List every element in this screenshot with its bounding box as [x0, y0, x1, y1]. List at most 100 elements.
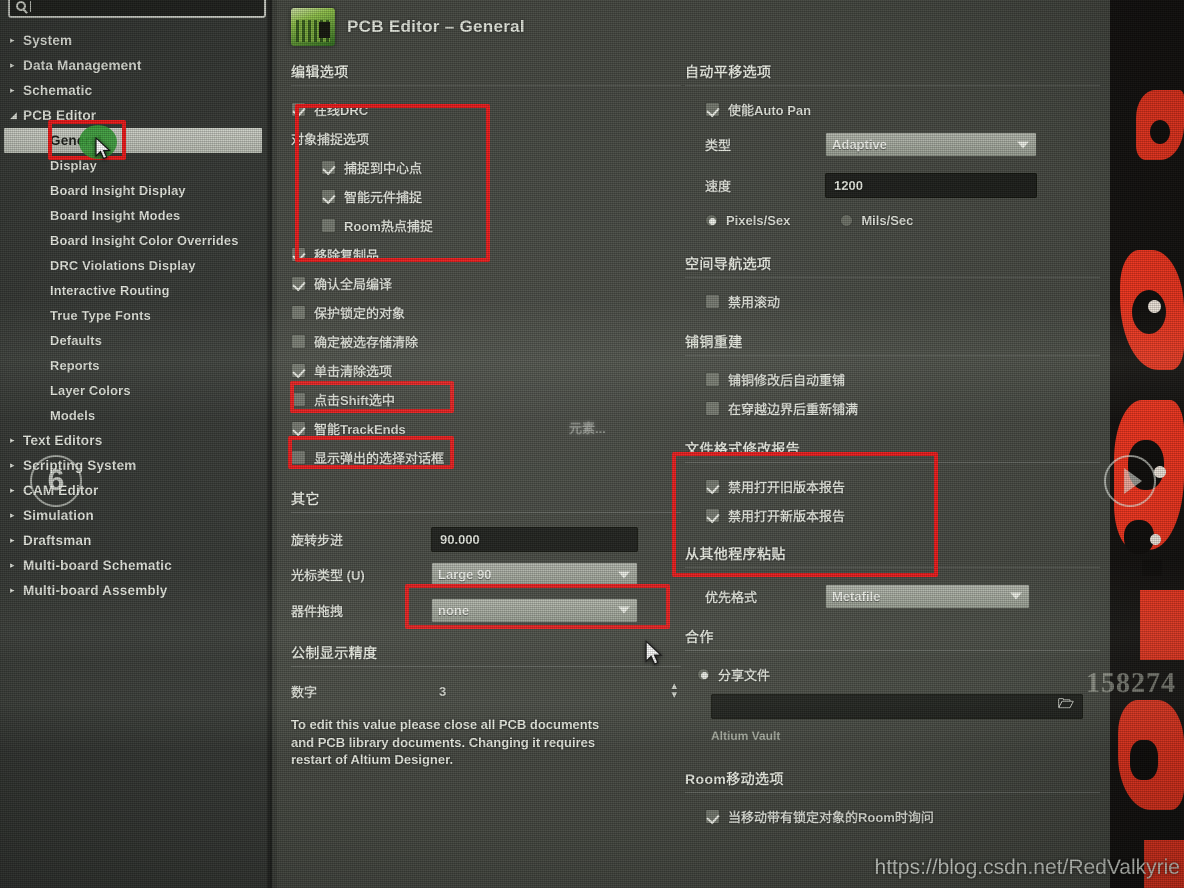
checkbox-icon[interactable]	[291, 363, 306, 378]
checkbox-smart-track-ends[interactable]: 智能TrackEnds	[291, 414, 681, 443]
right-settings-column: 自动平移选项 使能Auto Pan 类型 Adaptive 速度 1200 Pi…	[685, 62, 1100, 831]
sidebar-item-board-insight-display[interactable]: Board Insight Display	[0, 178, 266, 203]
checkbox-display-popup-select-dialog[interactable]: 显示弹出的选择对话框	[291, 443, 681, 472]
folder-browse-icon[interactable]: 🗁	[1058, 695, 1074, 717]
checkbox-enable-auto-pan[interactable]: 使能Auto Pan	[685, 95, 1100, 124]
checkbox-ask-when-moving-locked-room[interactable]: 当移动带有锁定对象的Room时询问	[685, 802, 1100, 831]
checkbox-icon[interactable]	[705, 508, 720, 523]
checkbox-click-clears-selection[interactable]: 单击清除选项	[291, 356, 681, 385]
checkbox-remove-duplicates[interactable]: 移除复制品	[291, 240, 681, 269]
sidebar-item-multi-board-assembly[interactable]: ▸ Multi-board Assembly	[0, 578, 266, 603]
checkbox-icon[interactable]	[291, 392, 306, 407]
group-title-room-move-options: Room移动选项	[685, 771, 784, 787]
rotation-step-input[interactable]: 90.000	[431, 526, 638, 552]
checkbox-icon[interactable]	[291, 247, 306, 262]
sidebar-item-general[interactable]: General	[4, 128, 262, 153]
checkbox-icon[interactable]	[321, 218, 336, 233]
checkbox-icon[interactable]	[705, 102, 720, 117]
checkbox-icon[interactable]	[705, 401, 720, 416]
sidebar-item-label: Data Management	[23, 58, 142, 73]
checkbox-confirm-global-edit[interactable]: 确认全局编译	[291, 269, 681, 298]
sidebar-item-system[interactable]: ▸ System	[0, 28, 266, 53]
cursor-type-dropdown[interactable]: Large 90	[431, 562, 638, 587]
sidebar-item-draftsman[interactable]: ▸ Draftsman	[0, 528, 266, 553]
checkbox-icon[interactable]	[291, 305, 306, 320]
radio-share-files[interactable]: 分享文件	[685, 660, 1100, 689]
digits-stepper[interactable]: 3 ▴ ▾	[431, 681, 681, 701]
step-badge-6: 6	[30, 455, 82, 507]
checkbox-label: 保护锁定的对象	[314, 306, 406, 321]
auto-pan-type-dropdown[interactable]: Adaptive	[825, 132, 1037, 157]
checkbox-icon[interactable]	[705, 372, 720, 387]
preferred-format-dropdown[interactable]: Metafile	[825, 583, 1030, 609]
next-arrow-button[interactable]	[1104, 455, 1156, 507]
checkbox-disable-open-old-version-report[interactable]: 禁用打开旧版本报告	[685, 472, 1100, 501]
radio-icon[interactable]	[705, 214, 718, 227]
sidebar-item-models[interactable]: Models	[0, 403, 266, 428]
group-title-collaboration: 合作	[685, 629, 714, 645]
checkbox-icon[interactable]	[705, 809, 720, 824]
sidebar-item-drc-violations-display[interactable]: DRC Violations Display	[0, 253, 266, 278]
watermark-url: https://blog.csdn.net/RedValkyrie	[874, 856, 1180, 879]
checkbox-snap-to-center[interactable]: 捕捉到中心点	[291, 153, 681, 182]
sidebar-item-true-type-fonts[interactable]: True Type Fonts	[0, 303, 266, 328]
sidebar-item-interactive-routing[interactable]: Interactive Routing	[0, 278, 266, 303]
field-label: 数字	[291, 684, 318, 700]
checkbox-label: 确认全局编译	[314, 277, 393, 292]
checkbox-disable-rolling[interactable]: 禁用滚动	[685, 287, 1100, 316]
radio-icon[interactable]	[840, 214, 854, 227]
page-title-text: PCB Editor – General	[347, 17, 525, 36]
checkbox-repour-after-crossing-boundary[interactable]: 在穿越边界后重新铺满	[685, 394, 1100, 423]
sidebar-item-simulation[interactable]: ▸ Simulation	[0, 503, 266, 528]
radio-icon[interactable]	[697, 668, 710, 681]
sidebar-item-board-insight-color-overrides[interactable]: Board Insight Color Overrides	[0, 228, 266, 253]
sidebar-item-label: Display	[50, 158, 97, 173]
checkbox-repour-after-modify[interactable]: 铺铜修改后自动重铺	[685, 365, 1100, 394]
checkbox-disable-open-new-version-report[interactable]: 禁用打开新版本报告	[685, 501, 1100, 530]
checkbox-protect-locked-objects[interactable]: 保护锁定的对象	[291, 298, 681, 327]
checkbox-icon[interactable]	[291, 421, 306, 436]
checkbox-confirm-selection-memory-clear[interactable]: 确定被选存储清除	[291, 327, 681, 356]
auto-pan-speed-input[interactable]: 1200	[825, 173, 1037, 198]
checkbox-label: 在穿越边界后重新铺满	[728, 402, 859, 417]
checkbox-icon[interactable]	[321, 189, 336, 204]
chevron-right-icon: ▸	[10, 485, 15, 495]
checkbox-label: 使能Auto Pan	[728, 103, 812, 118]
checkbox-icon[interactable]	[321, 160, 336, 175]
search-input[interactable]	[8, 0, 266, 18]
checkbox-label: 当移动带有锁定对象的Room时询问	[728, 810, 934, 825]
sidebar-item-defaults[interactable]: Defaults	[0, 328, 266, 353]
sidebar-item-text-editors[interactable]: ▸ Text Editors	[0, 428, 266, 453]
sidebar-item-board-insight-modes[interactable]: Board Insight Modes	[0, 203, 266, 228]
sidebar-item-pcb-editor[interactable]: ◢ PCB Editor	[0, 103, 266, 128]
checkbox-online-drc[interactable]: 在线DRC	[291, 95, 681, 124]
checkbox-icon[interactable]	[705, 479, 720, 494]
divider	[685, 792, 1100, 793]
stepper-arrows-icon[interactable]: ▴ ▾	[671, 681, 677, 701]
checkbox-icon[interactable]	[291, 102, 306, 117]
sidebar-item-multi-board-schematic[interactable]: ▸ Multi-board Schematic	[0, 553, 266, 578]
checkbox-label: 禁用滚动	[728, 295, 781, 310]
chevron-down-icon	[1017, 141, 1029, 148]
checkbox-smart-component-snap[interactable]: 智能元件捕捉	[291, 182, 681, 211]
primitives-button[interactable]: 元素...	[569, 418, 606, 437]
sidebar-item-schematic[interactable]: ▸ Schematic	[0, 78, 266, 103]
checkbox-icon[interactable]	[291, 334, 306, 349]
checkbox-icon[interactable]	[291, 450, 306, 465]
sidebar-item-reports[interactable]: Reports	[0, 353, 266, 378]
component-drag-dropdown[interactable]: none	[431, 597, 638, 623]
checkbox-label: 捕捉到中心点	[344, 161, 423, 176]
chevron-right-icon: ▸	[10, 435, 15, 445]
auto-pan-units-radio-group: Pixels/Sex Mils/Sec	[685, 206, 1100, 235]
sidebar-item-data-management[interactable]: ▸ Data Management	[0, 53, 266, 78]
checkbox-icon[interactable]	[291, 276, 306, 291]
checkbox-icon[interactable]	[705, 294, 720, 309]
sidebar-item-layer-colors[interactable]: Layer Colors	[0, 378, 266, 403]
field-preferred-format: 优先格式 Metafile	[685, 577, 1100, 615]
group-title-editing-options: 编辑选项	[291, 64, 349, 80]
sidebar-item-display[interactable]: Display	[0, 153, 266, 178]
checkbox-room-hotspot-snap[interactable]: Room热点捕捉	[291, 211, 681, 240]
share-path-input[interactable]: 🗁	[711, 693, 1083, 719]
checkbox-shift-click-to-select[interactable]: 点击Shift选中	[291, 385, 681, 414]
checkbox-label: 单击清除选项	[314, 364, 393, 379]
